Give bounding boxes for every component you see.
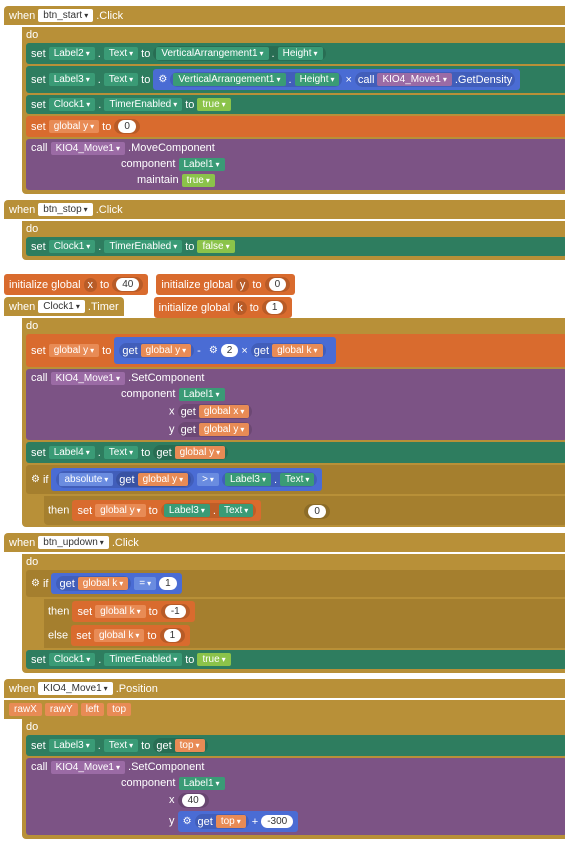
set-y-label3[interactable]: set global y▾ to Label3▾. Text▾ xyxy=(72,500,261,521)
param-rawx[interactable]: rawX xyxy=(9,703,42,716)
gear-icon[interactable]: ⚙ xyxy=(158,74,167,85)
set-clock-true-2[interactable]: set Clock1▾. TimerEnabled▾ to true▾ xyxy=(26,650,565,669)
mult-2k[interactable]: ⚙ 2 × get global k▾ xyxy=(204,340,331,361)
gear-icon[interactable]: ⚙ xyxy=(209,345,218,356)
var-y[interactable]: y xyxy=(236,278,250,292)
var-k[interactable]: k xyxy=(233,301,247,315)
gear-icon[interactable]: ⚙ xyxy=(31,474,40,485)
get-top[interactable]: get top▾ xyxy=(153,738,207,753)
loose-0[interactable]: 0 xyxy=(308,505,326,518)
init-global-x[interactable]: initialize global x to 40 xyxy=(4,274,148,295)
mult-expr[interactable]: ⚙ VerticalArrangement1▾. Height▾ × call … xyxy=(153,69,520,90)
init-global-k[interactable]: initialize global k to 1 xyxy=(154,297,293,318)
compare-gt[interactable]: absolute▾ get global y▾ >▾ Label3▾. Text… xyxy=(51,468,322,491)
param-left[interactable]: left xyxy=(81,703,104,716)
init-global-y[interactable]: initialize global y to 0 xyxy=(156,274,295,295)
when-label: when xyxy=(9,10,35,22)
set-label3-top[interactable]: set Label3▾. Text▾ to get top▾ xyxy=(26,735,565,756)
set-clock-enabled-true[interactable]: set Clock1▾. TimerEnabled▾ to true▾ xyxy=(26,95,565,114)
var-x[interactable]: x xyxy=(84,278,98,292)
call-setcomponent-timer[interactable]: call KIO4_Move1▾ .SetComponent component… xyxy=(26,369,565,440)
if-abs-gt[interactable]: ⚙ if absolute▾ get global y▾ >▾ Label3▾.… xyxy=(26,465,565,494)
abs-block[interactable]: absolute▾ get global y▾ xyxy=(56,471,194,488)
when-kio4-position[interactable]: when KIO4_Move1▾ .Position xyxy=(4,679,565,698)
set-label2-text[interactable]: set Label2▾. Text▾ to VerticalArrangemen… xyxy=(26,43,565,64)
compare-eq[interactable]: get global k▾ =▾ 1 xyxy=(51,573,181,594)
true-literal[interactable]: true▾ xyxy=(197,98,230,111)
when-btn-updown-click[interactable]: when btn_updown▾ .Click xyxy=(4,533,565,552)
label1-arg[interactable]: Label1▾ xyxy=(179,158,225,171)
num-0[interactable]: 0 xyxy=(118,120,136,133)
false-literal[interactable]: false▾ xyxy=(197,240,234,253)
va-height-get[interactable]: VerticalArrangement1▾. Height▾ xyxy=(153,46,325,61)
call-getdensity[interactable]: call KIO4_Move1▾ .GetDensity xyxy=(355,72,515,87)
set-y-expr[interactable]: set global y▾ to get global y▾ - ⚙ 2 × g… xyxy=(26,334,565,367)
plus-expr[interactable]: ⚙ get top▾ + -300 xyxy=(178,811,299,832)
param-top[interactable]: top xyxy=(107,703,131,716)
when-clock-timer[interactable]: when Clock1▾ .Timer xyxy=(4,297,124,316)
set-k-1[interactable]: set global k▾ to 1 xyxy=(71,625,190,646)
call-movecomponent[interactable]: call KIO4_Move1▾ .MoveComponent componen… xyxy=(26,139,565,190)
btn-start-dd[interactable]: btn_start▾ xyxy=(38,9,93,22)
if-k-eq-1[interactable]: ⚙ if get global k▾ =▾ 1 xyxy=(26,570,565,597)
set-label3-text[interactable]: set Label3▾. Text▾ to ⚙ VerticalArrangem… xyxy=(26,66,565,93)
set-k-neg1[interactable]: set global k▾ to -1 xyxy=(72,601,194,622)
when-btn-start-click[interactable]: when btn_start▾ .Click xyxy=(4,6,565,25)
param-rawy[interactable]: rawY xyxy=(45,703,78,716)
call-setcomponent-pos[interactable]: call KIO4_Move1▾ .SetComponent component… xyxy=(26,758,565,835)
set-label4-text[interactable]: set Label4▾. Text▾ to get global y▾ xyxy=(26,442,565,463)
minus-expr[interactable]: get global y▾ - ⚙ 2 × get global k▾ xyxy=(114,337,335,364)
set-global-y-0[interactable]: set global y▾ to 0 xyxy=(26,116,565,137)
gear-icon[interactable]: ⚙ xyxy=(183,816,192,827)
set-clock-enabled-false[interactable]: set Clock1▾. TimerEnabled▾ to false▾ xyxy=(26,237,565,256)
when-btn-stop-click[interactable]: when btn_stop▾ .Click xyxy=(4,200,565,219)
click-label: .Click xyxy=(96,10,123,22)
gear-icon[interactable]: ⚙ xyxy=(31,578,40,589)
do-label: do xyxy=(26,29,38,41)
text-dd[interactable]: Text▾ xyxy=(104,47,138,60)
label2-dd[interactable]: Label2▾ xyxy=(49,47,95,60)
